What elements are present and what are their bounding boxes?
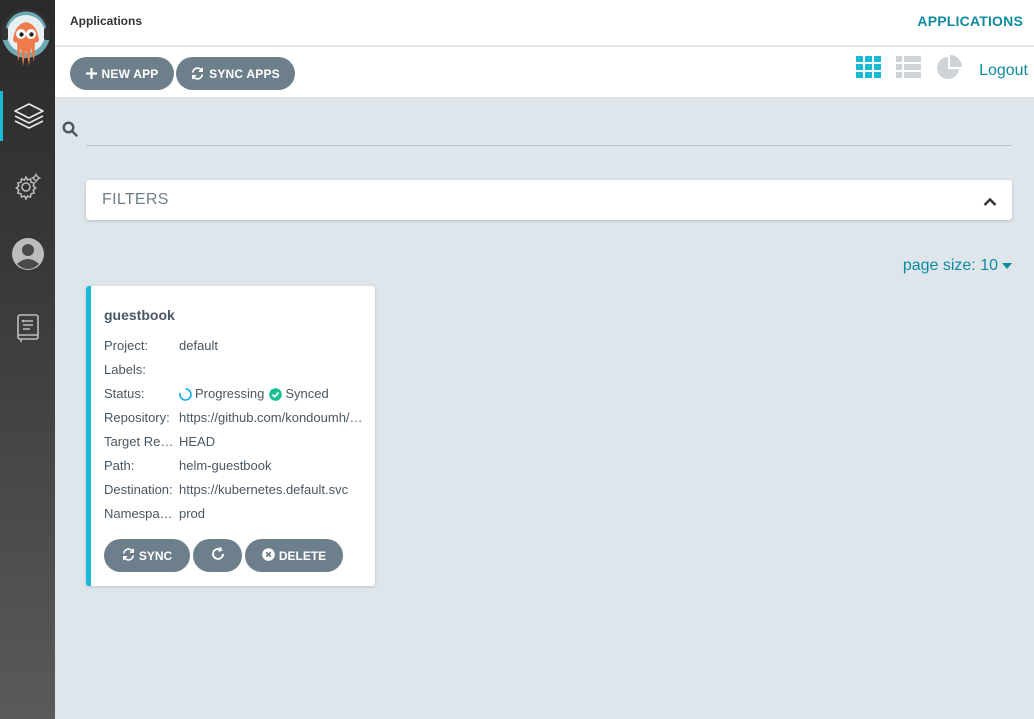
sync-status: Synced [285,386,329,402]
argo-logo[interactable] [1,4,51,68]
plus-icon [85,68,97,79]
delete-label: DELETE [278,548,327,563]
field-label: Repository: [104,410,170,425]
field-label: Namespace: [104,506,174,521]
health-status: Progressing [195,386,265,402]
field-destination: Destination: https://kubernetes.default.… [104,482,372,498]
layers-icon [13,100,45,132]
field-value: HEAD [179,434,216,449]
docs-icon [15,313,41,343]
delete-button[interactable]: DELETE [245,539,343,572]
field-label: Status: [104,386,145,401]
filters-label: FILTERS [102,191,169,208]
field-label: Destination: [104,482,173,497]
tiles-view-icon[interactable] [856,56,882,85]
search-input[interactable] [86,112,1012,146]
sidebar [0,0,55,719]
field-labels: Labels: [104,362,372,378]
field-label: Target Revision: [104,434,174,449]
field-status: Status: Progressing Synced [104,386,372,402]
nav-settings[interactable] [0,161,55,211]
status-value: Progressing Synced [179,386,369,401]
top-bar: Applications APPLICATIONS [55,0,1034,46]
progressing-icon [179,386,192,401]
sync-apps-label: SYNC APPS [209,66,280,81]
breadcrumb-applications[interactable]: APPLICATIONS [917,13,1023,29]
close-circle-icon [262,547,275,564]
field-repository: Repository: https://github.com/kondoumh/… [104,410,372,426]
sync-button[interactable]: SYNC [104,539,190,572]
refresh-button[interactable] [193,539,242,572]
app-card-guestbook[interactable]: guestbook Project: default Labels: Statu… [86,286,375,586]
field-namespace: Namespace: prod [104,506,372,522]
toolbar: NEW APP SYNC APPS Logout [55,47,1034,98]
filters-panel[interactable]: FILTERS [86,180,1012,220]
field-value: default [179,338,219,353]
field-value: helm-guestbook [179,458,272,473]
sync-apps-button[interactable]: SYNC APPS [176,57,295,90]
pie-chart-icon[interactable] [936,55,963,86]
sync-icon [191,67,204,80]
synced-icon [269,386,283,401]
app-name: guestbook [104,307,175,323]
sync-label: SYNC [138,548,173,563]
logout-link[interactable]: Logout [979,62,1028,80]
nav-applications[interactable] [0,91,55,141]
sync-icon [122,547,135,564]
field-label: Project: [104,338,149,353]
page-size-label: page size: 10 [902,257,998,274]
field-target-revision: Target Revision: HEAD [104,434,372,450]
user-icon [11,237,45,271]
field-value: https://github.com/kondoumh/argocd-examp… [179,410,369,425]
field-label: Labels: [104,362,146,377]
new-app-button[interactable]: NEW APP [70,57,174,90]
gear-icon [13,171,43,201]
field-value: https://kubernetes.default.svc [179,482,349,497]
nav-user-info[interactable] [0,229,55,279]
page-size-selector[interactable]: page size: 10 [903,257,1012,275]
field-value: prod [179,506,206,521]
list-view-icon[interactable] [896,56,922,85]
new-app-label: NEW APP [101,66,159,81]
chevron-up-icon[interactable] [983,194,997,212]
caret-down-icon [1002,257,1012,275]
refresh-icon [211,547,225,564]
search-icon [62,121,78,142]
field-label: Path: [104,458,135,473]
field-path: Path: helm-guestbook [104,458,372,474]
nav-docs[interactable] [0,303,55,353]
page-title: Applications [70,14,143,28]
field-project: Project: default [104,338,372,354]
